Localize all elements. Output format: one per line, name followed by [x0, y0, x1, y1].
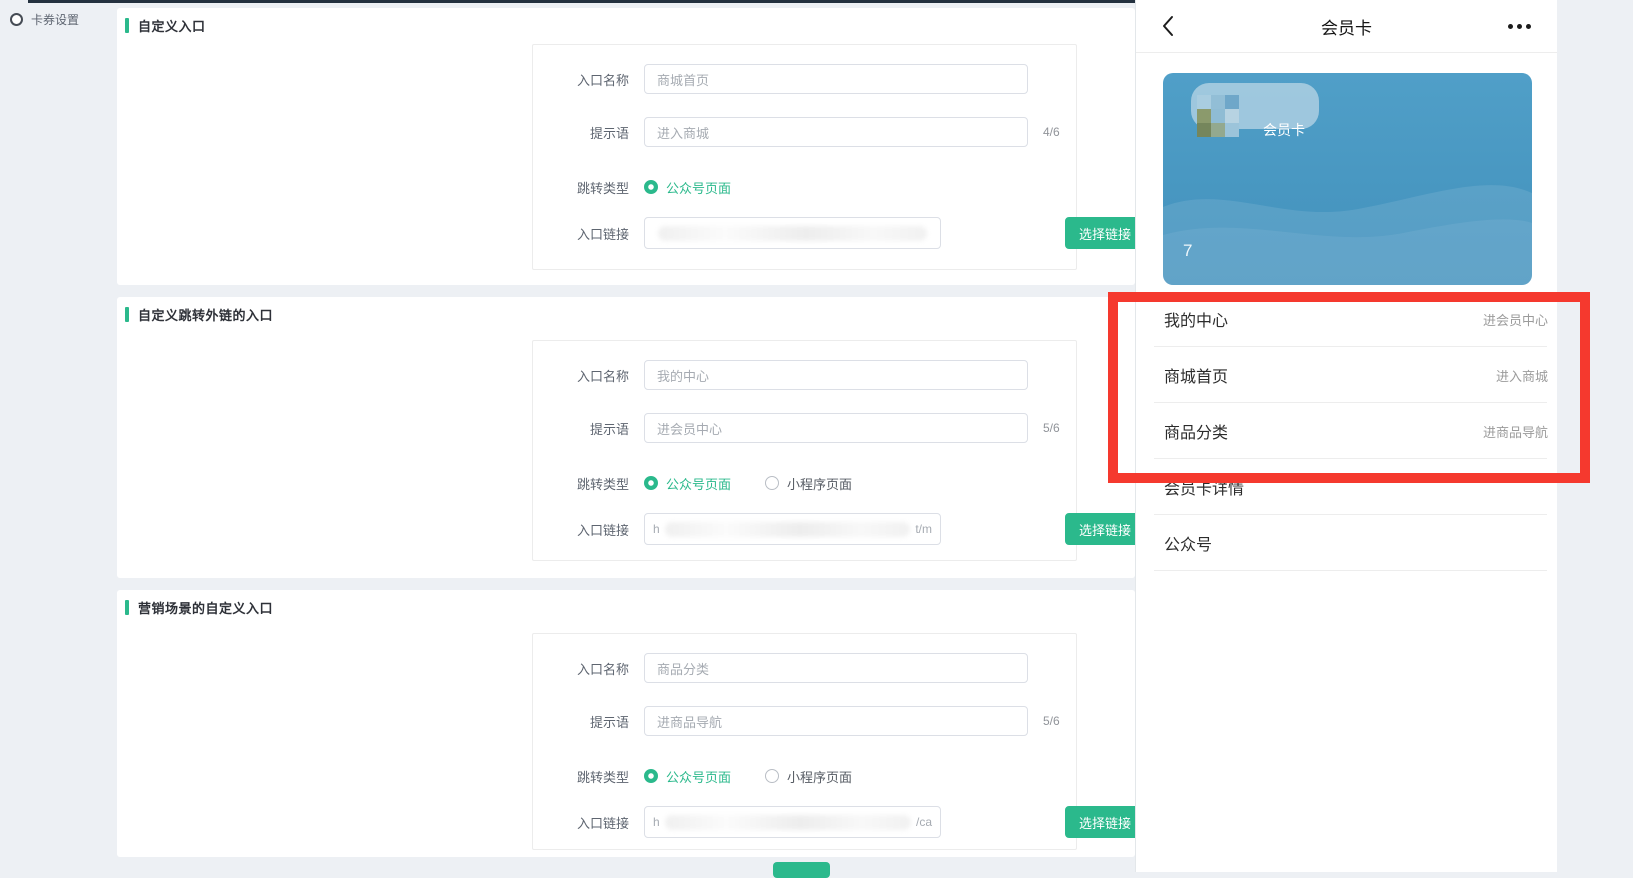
- card-entry-list: 我的中心 进会员中心 商城首页 进入商城 商品分类 进商品导航 会员卡详情 公众…: [1136, 291, 1558, 571]
- card-logo-mosaic: [1197, 95, 1239, 137]
- list-item-product-category[interactable]: 商品分类 进商品导航: [1136, 403, 1558, 459]
- select-link-button[interactable]: 选择链接: [1065, 513, 1145, 545]
- list-item-hint: 进入商城: [1496, 366, 1548, 385]
- entry-name-label: 入口名称: [533, 366, 629, 385]
- radio-miniprogram-page[interactable]: [765, 769, 779, 783]
- phone-preview-panel: 会员卡 会员卡 7 我的中心 进会员中心 商城首页 进入商城 商品分类 进商: [1135, 0, 1557, 872]
- prompt-label: 提示语: [533, 712, 629, 731]
- form-box: 入口名称 提示语 4/6 跳转类型 公众号页面 入口链接 选择链接: [532, 44, 1077, 270]
- form-box: 入口名称 提示语 5/6 跳转类型 公众号页面 小程序页面 入口链接 h t/m: [532, 340, 1077, 561]
- card-number: 7: [1183, 241, 1192, 261]
- select-link-button[interactable]: 选择链接: [1065, 806, 1145, 838]
- radio-official-account-page[interactable]: [644, 769, 658, 783]
- section-title: 自定义跳转外链的入口: [125, 305, 273, 324]
- radio-label-official-account[interactable]: 公众号页面: [666, 474, 731, 493]
- jump-type-label: 跳转类型: [533, 178, 629, 197]
- entry-name-input[interactable]: [644, 360, 1028, 390]
- title-accent-bar: [125, 18, 129, 33]
- phone-navbar: 会员卡: [1136, 0, 1557, 53]
- entry-link-input[interactable]: [644, 217, 941, 249]
- jump-type-label: 跳转类型: [533, 767, 629, 786]
- entry-link-input[interactable]: h t/m: [644, 513, 941, 545]
- entry-name-label: 入口名称: [533, 659, 629, 678]
- jump-type-label: 跳转类型: [533, 474, 629, 493]
- save-button-peek[interactable]: [773, 862, 830, 878]
- membership-card[interactable]: 会员卡 7: [1163, 73, 1532, 285]
- radio-label-miniprogram[interactable]: 小程序页面: [787, 474, 852, 493]
- list-item-label: 我的中心: [1164, 307, 1228, 331]
- link-text-tail: /ca: [916, 815, 932, 829]
- form-box: 入口名称 提示语 5/6 跳转类型 公众号页面 小程序页面 入口链接 h /ca: [532, 633, 1077, 850]
- entry-link-label: 入口链接: [533, 813, 629, 832]
- entry-link-input[interactable]: h /ca: [644, 806, 941, 838]
- section-title: 营销场景的自定义入口: [125, 598, 273, 617]
- list-item-card-detail[interactable]: 会员卡详情: [1136, 459, 1558, 515]
- title-accent-bar: [125, 600, 129, 615]
- section-title-text: 自定义入口: [138, 16, 206, 35]
- link-text-tail: t/m: [915, 522, 932, 536]
- prompt-input[interactable]: [644, 117, 1028, 147]
- blurred-link-text: [658, 226, 927, 241]
- card-name-label: 会员卡: [1263, 120, 1305, 140]
- radio-label-official-account[interactable]: 公众号页面: [666, 178, 731, 197]
- list-item-mall-home[interactable]: 商城首页 进入商城: [1136, 347, 1558, 403]
- list-item-label: 会员卡详情: [1164, 475, 1244, 499]
- radio-official-account-page[interactable]: [644, 476, 658, 490]
- divider: [1154, 570, 1547, 571]
- list-item-hint: 进商品导航: [1483, 422, 1548, 441]
- char-counter: 5/6: [1043, 714, 1060, 728]
- list-item-my-center[interactable]: 我的中心 进会员中心: [1136, 291, 1558, 347]
- blurred-link-text: [665, 815, 911, 830]
- section-custom-external-link-entry: 自定义跳转外链的入口 入口名称 提示语 5/6 跳转类型 公众号页面 小程序页面…: [117, 297, 1135, 578]
- radio-label-official-account[interactable]: 公众号页面: [666, 767, 731, 786]
- section-title-text: 营销场景的自定义入口: [138, 598, 273, 617]
- list-item-label: 商城首页: [1164, 363, 1228, 387]
- phone-page-title: 会员卡: [1136, 14, 1557, 39]
- title-accent-bar: [125, 307, 129, 322]
- card-wave-decoration: [1163, 165, 1532, 285]
- link-text-lead: h: [653, 815, 660, 829]
- entry-name-input[interactable]: [644, 64, 1028, 94]
- sidebar-item-label: 卡券设置: [31, 11, 79, 28]
- entry-link-label: 入口链接: [533, 520, 629, 539]
- blurred-link-text: [665, 522, 911, 537]
- list-item-official-account[interactable]: 公众号: [1136, 515, 1558, 571]
- section-marketing-custom-entry: 营销场景的自定义入口 入口名称 提示语 5/6 跳转类型 公众号页面 小程序页面…: [117, 590, 1135, 857]
- section-title-text: 自定义跳转外链的入口: [138, 305, 273, 324]
- radio-circle-icon: [10, 13, 23, 26]
- entry-link-label: 入口链接: [533, 224, 629, 243]
- link-text-lead: h: [653, 522, 660, 536]
- entry-name-input[interactable]: [644, 653, 1028, 683]
- list-item-hint: 进会员中心: [1483, 310, 1548, 329]
- prompt-label: 提示语: [533, 419, 629, 438]
- sidebar-item-card-settings[interactable]: 卡券设置: [10, 11, 79, 28]
- more-options-icon[interactable]: [1508, 24, 1531, 29]
- section-custom-entry: 自定义入口 入口名称 提示语 4/6 跳转类型 公众号页面 入口链接 选: [117, 8, 1135, 285]
- select-link-button[interactable]: 选择链接: [1065, 217, 1145, 249]
- char-counter: 4/6: [1043, 125, 1060, 139]
- list-item-label: 公众号: [1164, 531, 1212, 555]
- prompt-label: 提示语: [533, 123, 629, 142]
- prompt-input[interactable]: [644, 706, 1028, 736]
- radio-official-account-page[interactable]: [644, 180, 658, 194]
- radio-miniprogram-page[interactable]: [765, 476, 779, 490]
- list-item-label: 商品分类: [1164, 419, 1228, 443]
- prompt-input[interactable]: [644, 413, 1028, 443]
- section-title: 自定义入口: [125, 16, 206, 35]
- entry-name-label: 入口名称: [533, 70, 629, 89]
- radio-label-miniprogram[interactable]: 小程序页面: [787, 767, 852, 786]
- char-counter: 5/6: [1043, 421, 1060, 435]
